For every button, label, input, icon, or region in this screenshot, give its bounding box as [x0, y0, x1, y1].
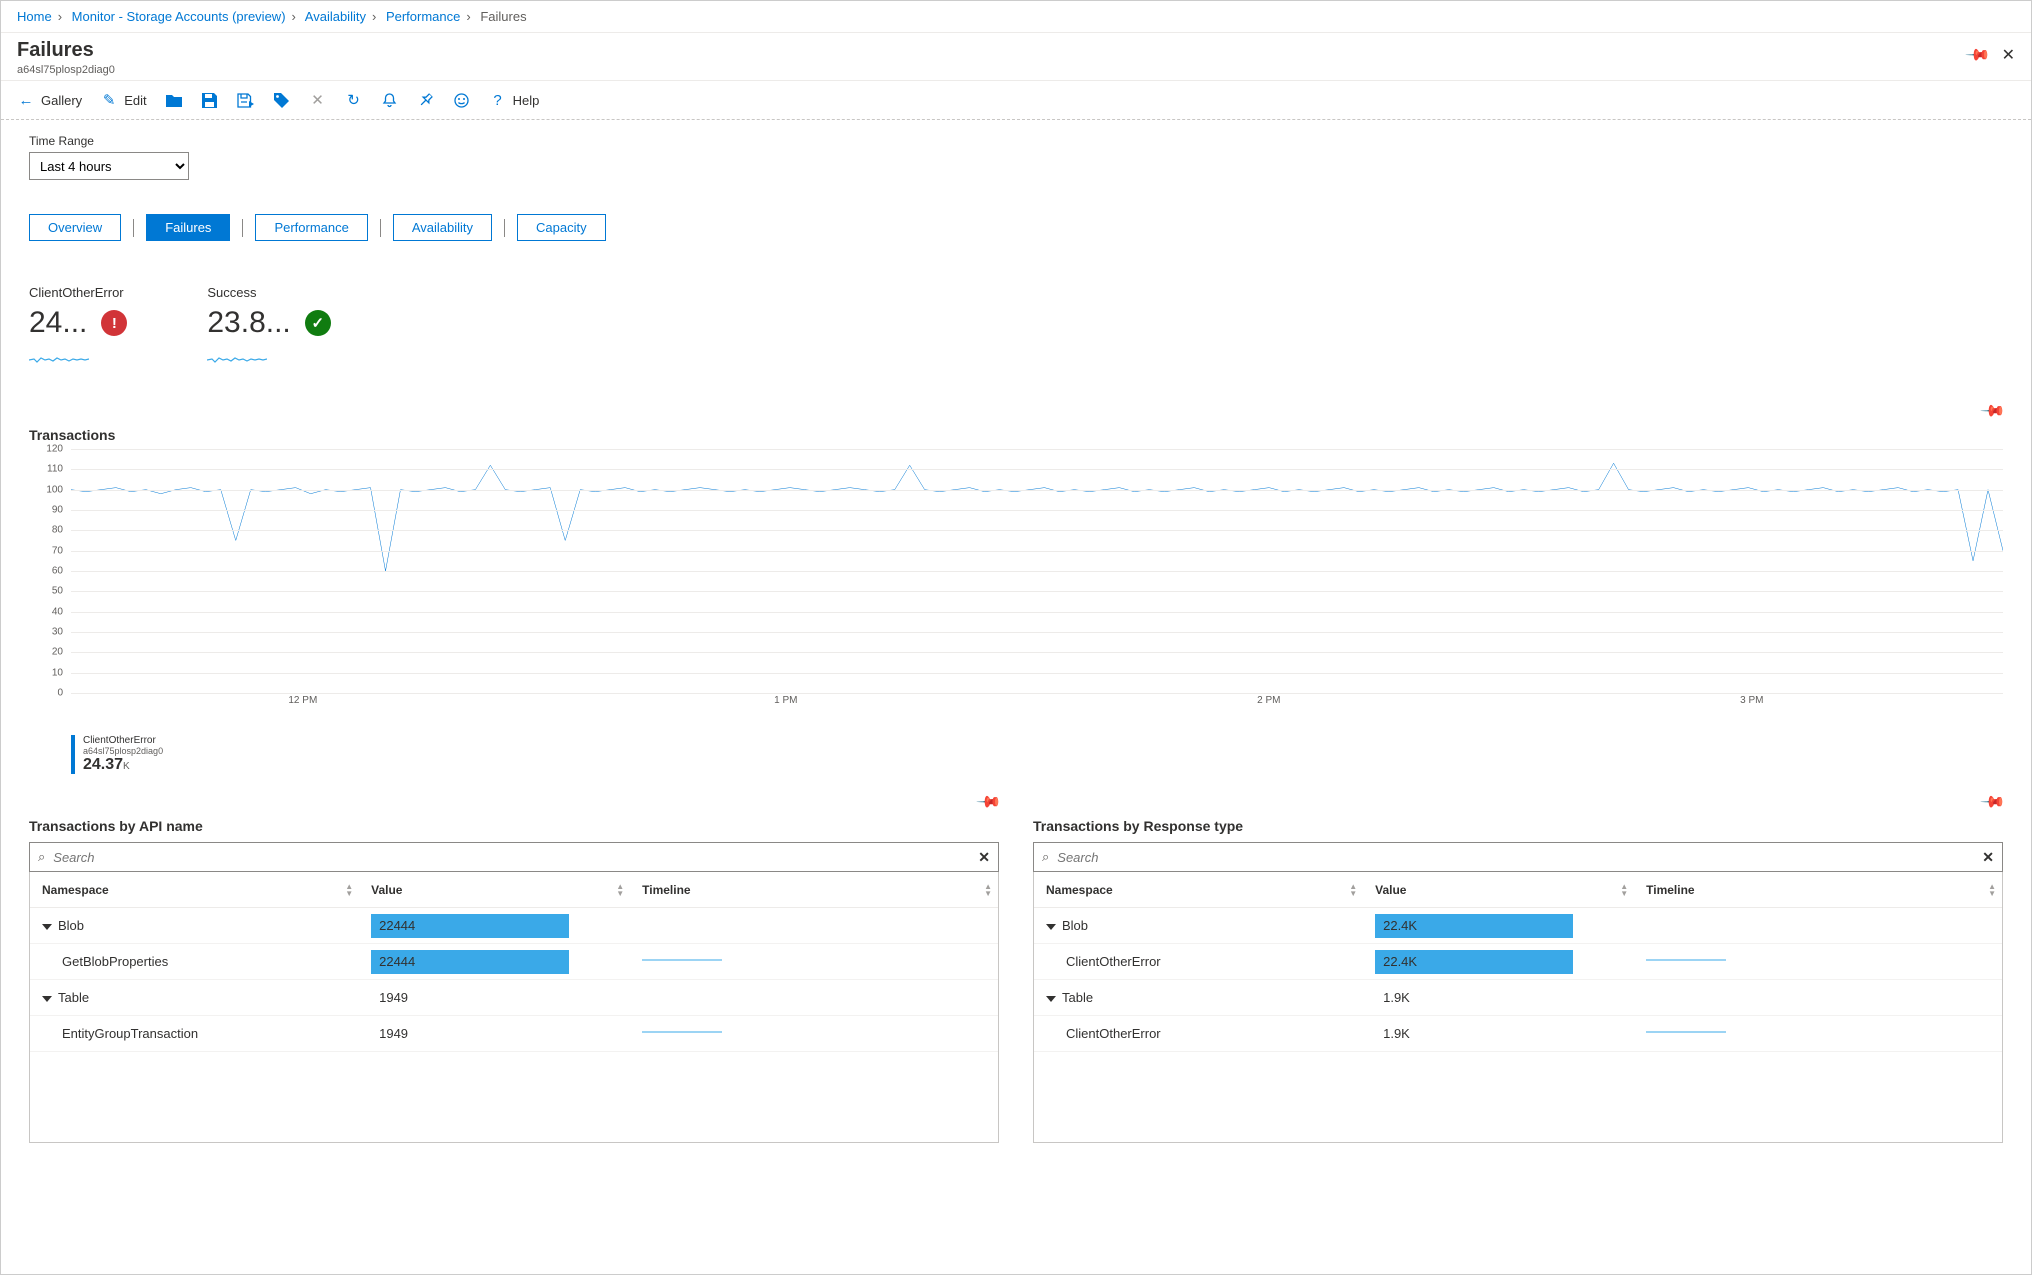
- kpi-sparkline: [29, 350, 89, 368]
- timeline-sparkline: [1646, 951, 1726, 969]
- caret-down-icon: [1046, 924, 1056, 930]
- chart-legend-item[interactable]: ClientOtherError a64sl75plosp2diag0 24.3…: [71, 735, 163, 774]
- col-value[interactable]: Value▲▼: [359, 883, 630, 897]
- col-namespace[interactable]: Namespace▲▼: [1034, 883, 1363, 897]
- transactions-pin-icon[interactable]: 📌: [1979, 397, 2007, 425]
- table-row[interactable]: GetBlobProperties 22444: [30, 944, 998, 980]
- tab-availability[interactable]: Availability: [393, 214, 492, 241]
- breadcrumb-monitor[interactable]: Monitor - Storage Accounts (preview): [72, 9, 286, 24]
- transactions-chart[interactable]: 0102030405060708090100110120 12 PM1 PM2 …: [29, 449, 2003, 729]
- table-title: Transactions by API name: [29, 818, 999, 834]
- table-row[interactable]: ClientOtherError 22.4K: [1034, 944, 2002, 980]
- search-icon: ⌕: [1042, 849, 1049, 865]
- breadcrumb-availability[interactable]: Availability: [305, 9, 366, 24]
- kpi-value: 24...: [29, 306, 87, 340]
- error-badge-icon: !: [101, 310, 127, 336]
- table-row[interactable]: Table 1.9K: [1034, 980, 2002, 1016]
- kpi-label: Success: [207, 285, 330, 300]
- breadcrumb-current: Failures: [480, 9, 526, 24]
- table-pin-icon[interactable]: 📌: [1979, 788, 2007, 816]
- feedback-icon[interactable]: [453, 93, 471, 108]
- breadcrumb-home[interactable]: Home: [17, 9, 52, 24]
- save-as-icon[interactable]: [237, 93, 255, 108]
- gallery-button[interactable]: ← Gallery: [17, 92, 82, 109]
- clear-search-icon[interactable]: ✕: [978, 849, 990, 866]
- time-range-label: Time Range: [29, 134, 2003, 148]
- alert-icon[interactable]: [381, 93, 399, 108]
- tab-performance[interactable]: Performance: [255, 214, 367, 241]
- refresh-icon[interactable]: ↻: [345, 91, 363, 109]
- time-range-select[interactable]: Last 4 hours: [29, 152, 189, 180]
- success-badge-icon: ✓: [305, 310, 331, 336]
- table-search[interactable]: ⌕ ✕: [1033, 842, 2003, 872]
- discard-icon: ✕: [309, 91, 327, 109]
- caret-down-icon: [1046, 996, 1056, 1002]
- tab-failures[interactable]: Failures: [146, 214, 230, 241]
- tab-capacity[interactable]: Capacity: [517, 214, 606, 241]
- kpi-label: ClientOtherError: [29, 285, 127, 300]
- search-icon: ⌕: [38, 849, 45, 865]
- page-subtitle: a64sl75plosp2diag0: [17, 64, 115, 76]
- col-timeline[interactable]: Timeline▲▼: [1634, 883, 2002, 897]
- close-blade-icon[interactable]: ✕: [2002, 45, 2015, 65]
- pin-icon[interactable]: [414, 89, 437, 112]
- help-button[interactable]: ? Help: [489, 92, 540, 109]
- open-folder-icon[interactable]: [165, 93, 183, 107]
- breadcrumb-performance[interactable]: Performance: [386, 9, 460, 24]
- kpi-value: 23.8...: [207, 306, 290, 340]
- col-namespace[interactable]: Namespace▲▼: [30, 883, 359, 897]
- toolbar: ← Gallery ✎ Edit ✕ ↻ ? Help: [1, 81, 2031, 120]
- pin-blade-icon[interactable]: 📌: [1964, 41, 1992, 69]
- col-timeline[interactable]: Timeline▲▼: [630, 883, 998, 897]
- table-row[interactable]: Blob 22.4K: [1034, 908, 2002, 944]
- transactions-title: Transactions: [29, 427, 2003, 443]
- table-search[interactable]: ⌕ ✕: [29, 842, 999, 872]
- search-input[interactable]: [1057, 850, 1974, 865]
- table-row[interactable]: ClientOtherError 1.9K: [1034, 1016, 2002, 1052]
- page-title: Failures: [17, 39, 115, 62]
- edit-button[interactable]: ✎ Edit: [100, 91, 146, 109]
- breadcrumb: Home› Monitor - Storage Accounts (previe…: [1, 1, 2031, 33]
- table-pin-icon[interactable]: 📌: [975, 788, 1003, 816]
- timeline-sparkline: [642, 951, 722, 969]
- save-icon[interactable]: [201, 93, 219, 108]
- search-input[interactable]: [53, 850, 970, 865]
- back-arrow-icon: ←: [17, 92, 35, 109]
- tab-overview[interactable]: Overview: [29, 214, 121, 241]
- kpi-sparkline: [207, 350, 267, 368]
- timeline-sparkline: [642, 1023, 722, 1041]
- timeline-sparkline: [1646, 1023, 1726, 1041]
- table-row[interactable]: Table 1949: [30, 980, 998, 1016]
- table-row[interactable]: EntityGroupTransaction 1949: [30, 1016, 998, 1052]
- help-icon: ?: [489, 92, 507, 109]
- col-value[interactable]: Value▲▼: [1363, 883, 1634, 897]
- table-title: Transactions by Response type: [1033, 818, 2003, 834]
- caret-down-icon: [42, 996, 52, 1002]
- table-row[interactable]: Blob 22444: [30, 908, 998, 944]
- tag-icon[interactable]: [273, 93, 291, 108]
- caret-down-icon: [42, 924, 52, 930]
- pencil-icon: ✎: [100, 91, 118, 109]
- clear-search-icon[interactable]: ✕: [1982, 849, 1994, 866]
